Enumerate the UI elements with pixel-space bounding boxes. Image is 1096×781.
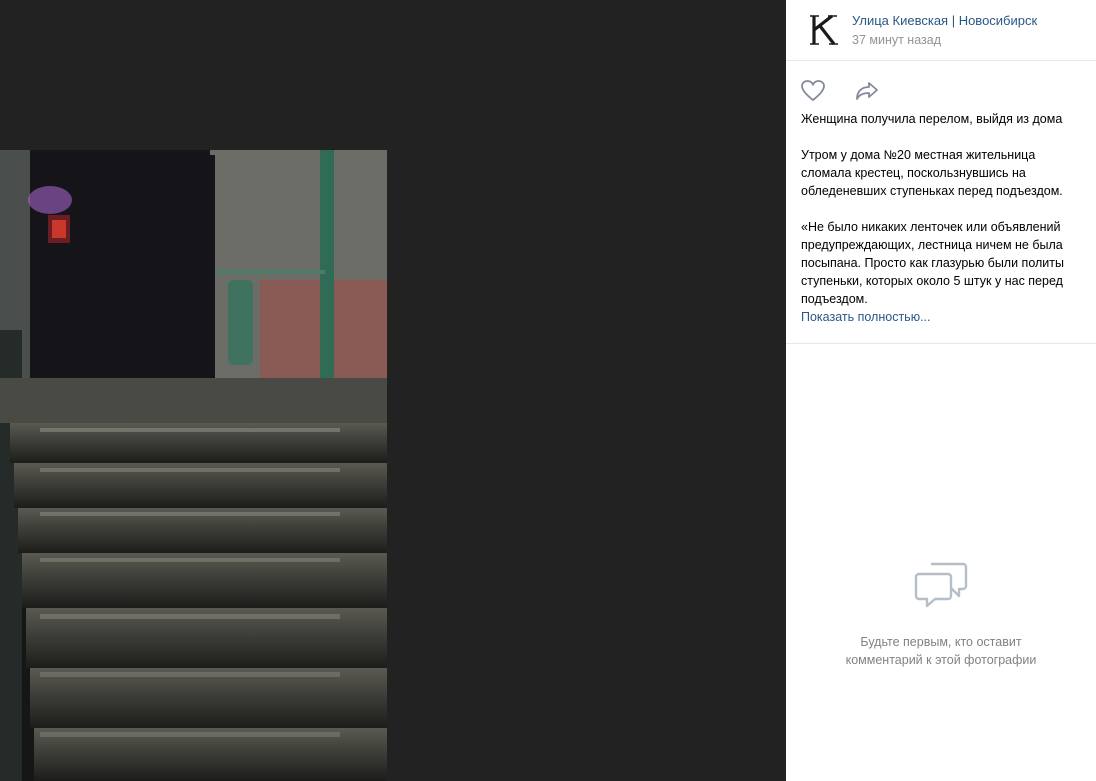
- comments-empty-state: Будьте первым, кто оставит комментарий к…: [786, 560, 1096, 669]
- post-actions: [800, 78, 880, 104]
- avatar[interactable]: [804, 10, 844, 50]
- post-photo[interactable]: [0, 150, 387, 781]
- show-more-link[interactable]: Показать полностью...: [801, 308, 1087, 326]
- photo-image: [0, 150, 387, 781]
- empty-comments-line: комментарий к этой фотографии: [845, 653, 1037, 667]
- heart-icon[interactable]: [800, 78, 826, 104]
- empty-comments-text: Будьте первым, кто оставит комментарий к…: [786, 633, 1096, 669]
- post-sidebar: Улица Киевская | Новосибирск 37 минут на…: [786, 0, 1096, 781]
- post-header: Улица Киевская | Новосибирск 37 минут на…: [786, 0, 1096, 61]
- community-logo-icon: [810, 14, 838, 45]
- post-text: Женщина получила перелом, выйдя из дома …: [801, 110, 1087, 326]
- post-title: Женщина получила перелом, выйдя из дома: [801, 112, 1063, 126]
- post-paragraph: «Не было никаких ленточек или объявлений…: [801, 220, 1064, 306]
- author-link[interactable]: Улица Киевская | Новосибирск: [852, 13, 1037, 28]
- photo-viewer: [0, 0, 786, 781]
- post-paragraph: Утром у дома №20 местная жительница слом…: [801, 148, 1063, 198]
- divider: [786, 343, 1096, 344]
- post-time[interactable]: 37 минут назад: [852, 33, 941, 47]
- speech-bubbles-icon: [914, 562, 968, 608]
- share-arrow-icon[interactable]: [854, 78, 880, 104]
- empty-comments-line: Будьте первым, кто оставит: [860, 635, 1022, 649]
